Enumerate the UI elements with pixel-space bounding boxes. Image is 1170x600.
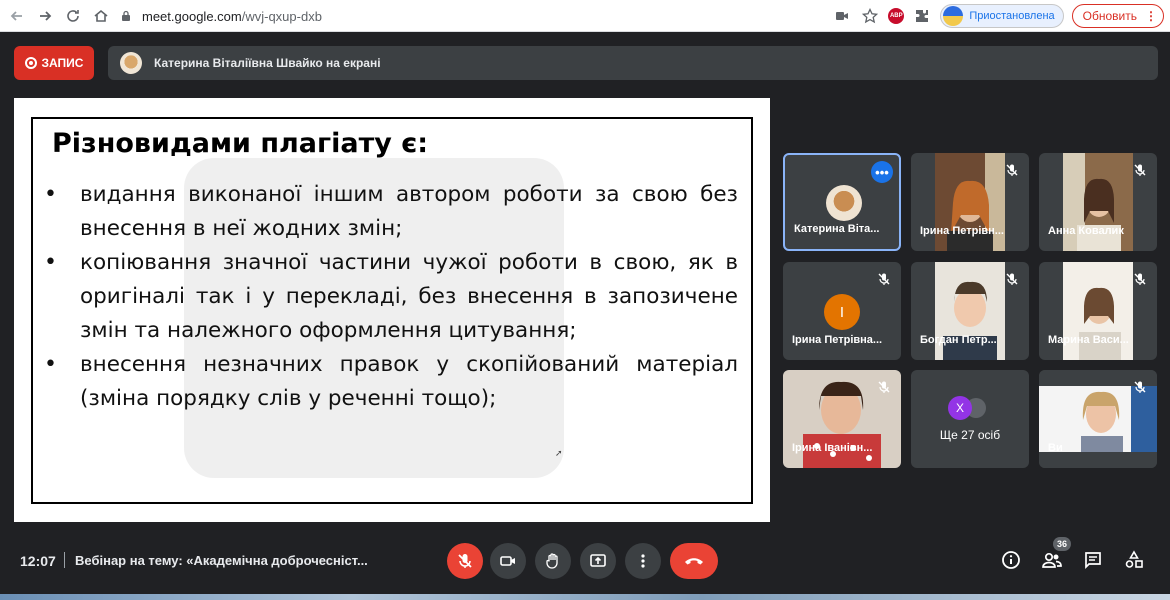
mic-off-icon — [1134, 381, 1146, 393]
profile-paused-button[interactable]: Приостановлена — [940, 4, 1064, 28]
url-text: meet.google.com/wvj-qxup-dxb — [142, 8, 322, 24]
raise-hand-button[interactable] — [535, 543, 571, 579]
home-icon[interactable] — [90, 5, 112, 27]
participant-initial-avatar: Х — [948, 396, 972, 420]
meeting-title: Вебінар на тему: «Академічна доброчесніс… — [75, 553, 368, 568]
os-taskbar — [0, 594, 1170, 600]
people-icon — [1042, 552, 1062, 568]
present-to-all-icon — [590, 554, 606, 567]
shapes-icon — [1125, 550, 1143, 568]
camera-blocked-icon[interactable] — [832, 6, 852, 26]
info-icon — [1002, 551, 1020, 569]
participant-tile[interactable]: Богдан Петр... — [911, 262, 1029, 360]
address-bar[interactable]: meet.google.com/wvj-qxup-dxb — [120, 4, 900, 28]
mic-off-icon — [1134, 273, 1146, 285]
adblock-icon[interactable]: ABP — [888, 8, 905, 24]
clock: 12:07 — [20, 553, 56, 569]
extensions-icon[interactable] — [912, 6, 932, 26]
more-options-button[interactable] — [625, 543, 661, 579]
back-icon[interactable] — [6, 5, 28, 27]
hand-icon — [546, 553, 558, 569]
camera-toggle-button[interactable] — [490, 543, 526, 579]
shared-screen: Різновидами плагіату є: видання виконано… — [14, 98, 770, 522]
activities-button[interactable] — [1121, 547, 1147, 573]
forward-icon[interactable] — [34, 5, 56, 27]
more-vert-icon: ⋮ — [1145, 9, 1157, 23]
participant-initial-avatar: І — [824, 294, 860, 330]
mic-off-icon — [1006, 164, 1018, 176]
more-options-icon[interactable]: ••• — [871, 161, 893, 183]
participant-tile[interactable]: Анна Ковалик — [1039, 153, 1157, 251]
presenter-avatar — [120, 52, 142, 74]
participant-tile[interactable]: І Ірина Петрівна... — [783, 262, 901, 360]
mic-off-icon — [458, 554, 472, 568]
participant-count-badge: 36 — [1053, 537, 1071, 551]
profile-avatar — [943, 6, 964, 26]
chat-icon — [1085, 552, 1101, 570]
leave-call-button[interactable] — [670, 543, 718, 579]
call-end-icon — [685, 558, 703, 565]
chat-button[interactable] — [1080, 547, 1106, 573]
participant-tile[interactable]: ••• Катерина Віта... — [783, 153, 901, 251]
present-screen-button[interactable] — [580, 543, 616, 579]
videocam-icon — [500, 556, 515, 566]
browser-toolbar: meet.google.com/wvj-qxup-dxb ABP Приоста… — [0, 0, 1170, 32]
recording-indicator[interactable]: ЗАПИС — [14, 46, 94, 80]
record-icon — [24, 57, 37, 69]
participant-tile[interactable]: Ірина Іванівн... — [783, 370, 901, 468]
mic-off-icon — [878, 273, 890, 285]
slide-bullet-list: видання виконаної іншим автором роботи з… — [38, 178, 738, 416]
more-vert-icon — [641, 554, 645, 568]
star-icon[interactable] — [860, 6, 880, 26]
presenting-banner: Катерина Віталіївна Швайко на екрані — [108, 46, 1158, 80]
slide-bullet: видання виконаної іншим автором роботи з… — [38, 178, 738, 246]
slide-title: Різновидами плагіату є: — [52, 128, 429, 159]
mouse-cursor-icon: ➚ — [555, 448, 563, 458]
lock-icon — [122, 10, 130, 21]
divider — [64, 552, 65, 568]
mic-toggle-button[interactable] — [447, 543, 483, 579]
meeting-info-button[interactable] — [998, 547, 1024, 573]
participant-avatar — [826, 185, 862, 221]
slide-bullet: внесення незначних правок у скопійований… — [38, 348, 738, 416]
slide-bullet: копіювання значної частини чужої роботи … — [38, 246, 738, 348]
self-tile[interactable]: Ви — [1039, 370, 1157, 468]
participant-tile[interactable]: Ірина Петрівн... — [911, 153, 1029, 251]
update-button[interactable]: Обновить ⋮ — [1071, 4, 1164, 28]
more-participants-tile[interactable]: Х Ще 27 осіб — [911, 370, 1029, 468]
reload-icon[interactable] — [62, 5, 84, 27]
mic-off-icon — [1134, 164, 1146, 176]
mic-off-icon — [878, 381, 890, 393]
participant-tile[interactable]: Марина Васи... — [1039, 262, 1157, 360]
mic-off-icon — [1006, 273, 1018, 285]
